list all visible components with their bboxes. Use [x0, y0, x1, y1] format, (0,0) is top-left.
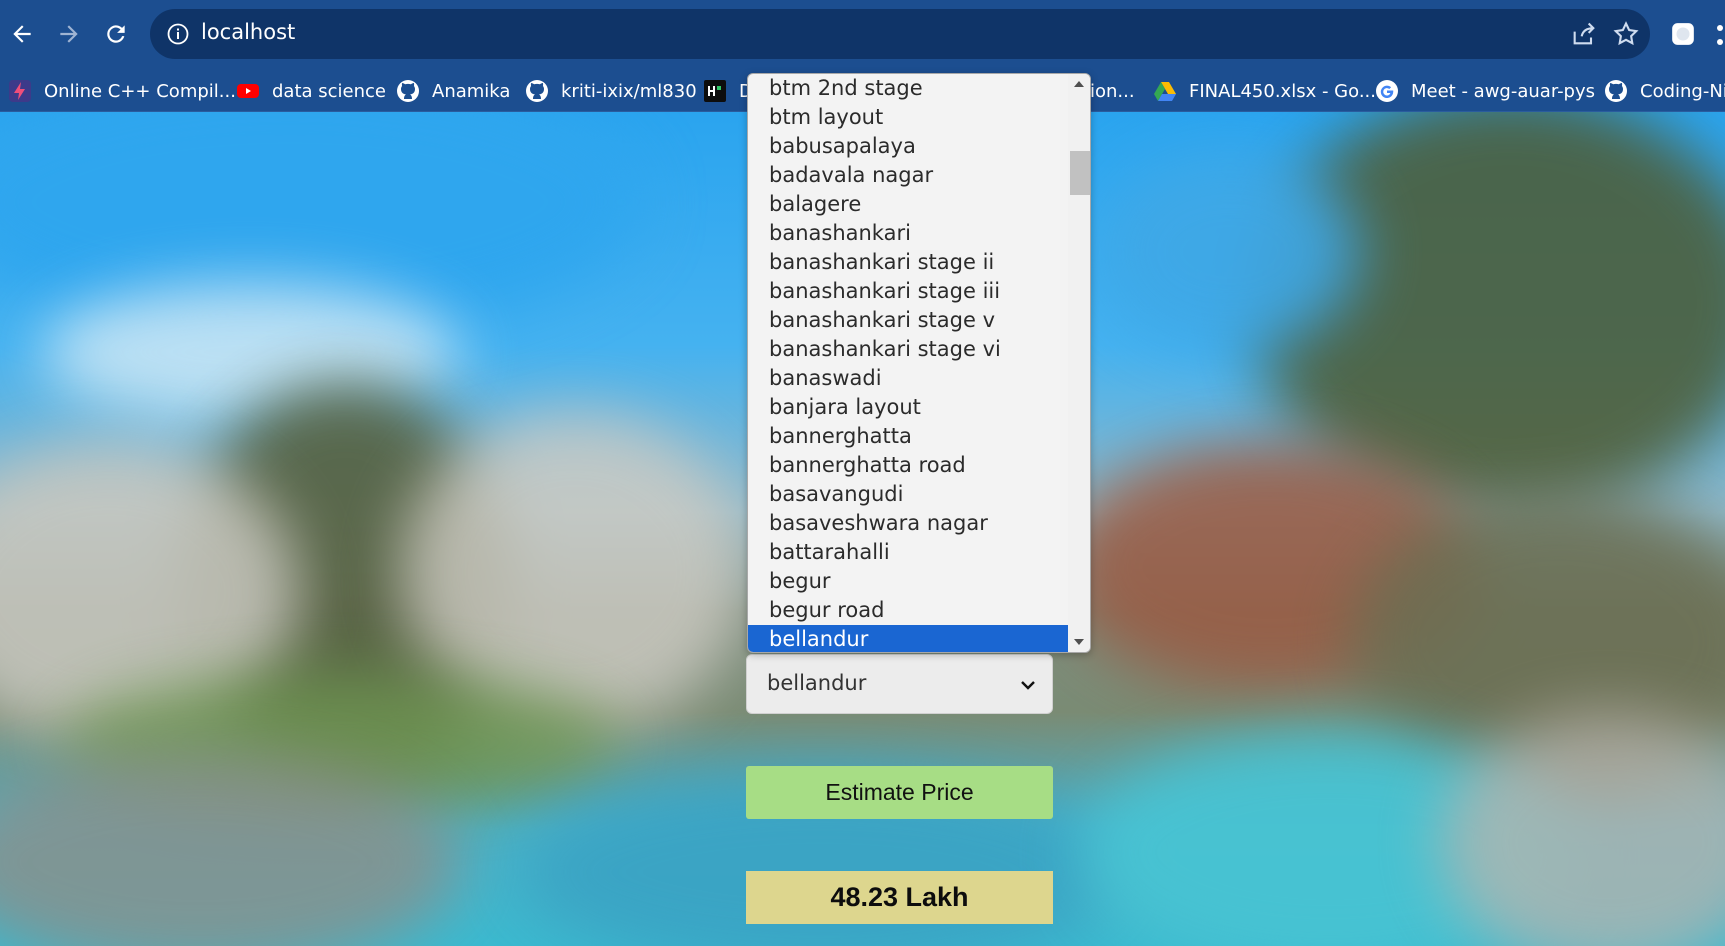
bookmark-online-cpp[interactable]: Online C++ Compil...	[8, 76, 236, 106]
bookmark-anamika[interactable]: Anamika	[396, 76, 510, 106]
scroll-down-arrow-icon[interactable]	[1072, 636, 1086, 648]
github-icon	[397, 80, 419, 102]
info-icon[interactable]	[166, 22, 190, 46]
bookmark-final450[interactable]: FINAL450.xlsx - Go...	[1153, 76, 1376, 106]
scrollbar-thumb[interactable]	[1070, 151, 1090, 195]
location-option[interactable]: banaswadi	[748, 364, 1068, 393]
bookmark-ion[interactable]: ion...	[1090, 76, 1135, 106]
estimated-price-result: 48.23 Lakh	[746, 871, 1053, 924]
dropdown-scrollbar[interactable]	[1068, 74, 1090, 652]
location-option[interactable]: banashankari stage iii	[748, 277, 1068, 306]
location-option[interactable]: bannerghatta road	[748, 451, 1068, 480]
location-option-selected[interactable]: bellandur	[748, 625, 1068, 652]
youtube-icon	[237, 84, 259, 98]
reload-button[interactable]	[96, 14, 136, 54]
bookmark-coding-ninjas[interactable]: Coding-Ni	[1604, 76, 1725, 106]
menu-icon[interactable]	[1716, 20, 1724, 50]
location-option[interactable]: battarahalli	[748, 538, 1068, 567]
share-icon[interactable]	[1570, 20, 1598, 48]
browser-toolbar: localhost	[0, 0, 1725, 70]
arrow-left-icon	[13, 25, 31, 43]
bookmark-meet[interactable]: Meet - awg-auar-pys	[1375, 76, 1595, 106]
location-option[interactable]: banashankari stage vi	[748, 335, 1068, 364]
github-icon	[1605, 80, 1627, 102]
arrow-right-icon	[60, 25, 78, 43]
location-option[interactable]: banashankari	[748, 219, 1068, 248]
location-dropdown-list[interactable]: btm 2nd stage btm layout babusapalaya ba…	[747, 73, 1091, 653]
location-option[interactable]: banashankari stage v	[748, 306, 1068, 335]
bookmark-data-science[interactable]: data science	[236, 76, 386, 106]
location-option[interactable]: bannerghatta	[748, 422, 1068, 451]
bookmark-star-icon[interactable]	[1612, 20, 1640, 48]
google-drive-icon	[1154, 82, 1176, 101]
location-option[interactable]: badavala nagar	[748, 161, 1068, 190]
scroll-up-arrow-icon[interactable]	[1072, 78, 1086, 90]
location-option[interactable]: begur road	[748, 596, 1068, 625]
location-option[interactable]: babusapalaya	[748, 132, 1068, 161]
bookmark-kriti-ixix[interactable]: kriti-ixix/ml830	[525, 76, 697, 106]
location-option[interactable]: banashankari stage ii	[748, 248, 1068, 277]
back-button[interactable]	[2, 14, 42, 54]
location-select[interactable]: bellandur	[746, 654, 1053, 714]
location-select-value: bellandur	[767, 671, 867, 695]
url-text: localhost	[201, 20, 296, 44]
estimate-price-button[interactable]: Estimate Price	[746, 766, 1053, 819]
location-option[interactable]: basavangudi	[748, 480, 1068, 509]
google-icon	[1376, 80, 1398, 102]
location-option[interactable]: balagere	[748, 190, 1068, 219]
bookmark-hackerrank[interactable]: D	[703, 76, 753, 106]
location-option[interactable]: btm layout	[748, 103, 1068, 132]
forward-button[interactable]	[49, 14, 89, 54]
lightning-icon	[9, 80, 31, 102]
location-option[interactable]: begur	[748, 567, 1068, 596]
location-option[interactable]: banjara layout	[748, 393, 1068, 422]
location-option[interactable]: basaveshwara nagar	[748, 509, 1068, 538]
address-bar[interactable]: localhost	[150, 9, 1650, 59]
hackerrank-icon	[704, 80, 726, 102]
github-icon	[526, 80, 548, 102]
location-option[interactable]: btm 2nd stage	[748, 74, 1068, 103]
profile-extension-icon[interactable]	[1670, 21, 1696, 47]
reload-icon	[107, 25, 125, 43]
chevron-down-icon	[1021, 681, 1035, 690]
